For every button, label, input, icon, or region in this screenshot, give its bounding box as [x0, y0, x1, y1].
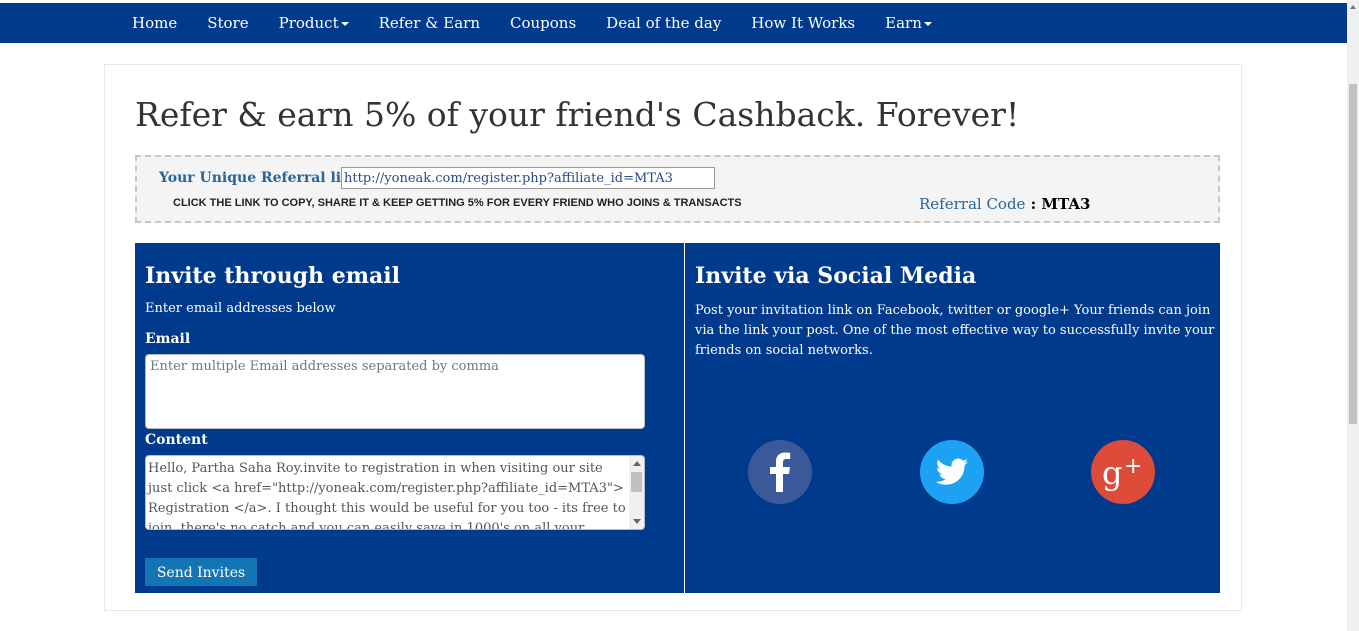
- email-panel-title: Invite through email: [145, 263, 400, 289]
- nav-label: How It Works: [751, 14, 856, 32]
- top-navbar: Home Store Product Refer & Earn Coupons …: [0, 3, 1347, 43]
- content-scrollbar[interactable]: [629, 456, 644, 529]
- social-panel-description: Post your invitation link on Facebook, t…: [695, 303, 1215, 358]
- scroll-down-icon[interactable]: [633, 519, 641, 524]
- svg-text:+: +: [1124, 454, 1142, 479]
- nav-item-refer-earn[interactable]: Refer & Earn: [364, 3, 495, 43]
- content-text: Hello, Partha Saha Roy.invite to registr…: [148, 461, 626, 530]
- social-invite-panel: Invite via Social Media Post your invita…: [685, 243, 1220, 593]
- send-invites-button[interactable]: Send Invites: [145, 558, 257, 586]
- email-label: Email: [145, 331, 191, 347]
- twitter-share-button[interactable]: [920, 440, 984, 504]
- content-textarea[interactable]: Hello, Partha Saha Roy.invite to registr…: [145, 455, 645, 530]
- content-scroll-thumb[interactable]: [631, 472, 642, 492]
- nav-item-how-it-works[interactable]: How It Works: [736, 3, 870, 43]
- main-content: Refer & earn 5% of your friend's Cashbac…: [104, 64, 1242, 611]
- nav-label: Coupons: [510, 14, 577, 32]
- email-panel-subtitle: Enter email addresses below: [145, 301, 336, 316]
- page-title: Refer & earn 5% of your friend's Cashbac…: [135, 95, 1020, 134]
- facebook-icon: [770, 452, 791, 492]
- referral-link-label: Your Unique Referral link: [159, 170, 362, 186]
- scrollbar-thumb[interactable]: [1349, 84, 1357, 424]
- referral-code-separator: :: [1025, 195, 1042, 213]
- nav-item-home[interactable]: Home: [117, 3, 192, 43]
- nav-label: Store: [207, 14, 249, 32]
- nav-label: Home: [132, 14, 178, 32]
- nav-label: Deal of the day: [606, 14, 722, 32]
- nav-item-product[interactable]: Product: [264, 3, 364, 43]
- referral-link-input[interactable]: [341, 167, 715, 189]
- nav-item-deal-of-the-day[interactable]: Deal of the day: [591, 3, 736, 43]
- nav-label: Refer & Earn: [378, 14, 480, 32]
- svg-text:g: g: [1102, 454, 1122, 492]
- twitter-icon: [935, 458, 968, 485]
- nav-item-coupons[interactable]: Coupons: [495, 3, 591, 43]
- caret-down-icon: [340, 22, 349, 26]
- nav-label: Product: [278, 14, 339, 32]
- facebook-share-button[interactable]: [748, 440, 812, 504]
- content-label: Content: [145, 432, 208, 448]
- nav-menu: Home Store Product Refer & Earn Coupons …: [117, 3, 947, 43]
- nav-label: Earn: [885, 14, 922, 32]
- email-field[interactable]: [145, 354, 645, 429]
- nav-item-store[interactable]: Store: [192, 3, 263, 43]
- scroll-up-icon[interactable]: [633, 461, 641, 466]
- referral-box: Your Unique Referral link CLICK THE LINK…: [135, 155, 1220, 223]
- referral-code-value: MTA3: [1041, 195, 1091, 213]
- page-scrollbar[interactable]: [1347, 0, 1359, 631]
- google-plus-icon: g +: [1102, 454, 1142, 492]
- referral-code-label: Referral Code: [919, 195, 1026, 213]
- scroll-up-arrow-icon[interactable]: [1347, 0, 1359, 14]
- email-invite-panel: Invite through email Enter email address…: [135, 243, 684, 593]
- caret-down-icon: [923, 22, 932, 26]
- social-panel-title: Invite via Social Media: [695, 263, 977, 289]
- google-plus-share-button[interactable]: g +: [1091, 440, 1155, 504]
- referral-copy-note: CLICK THE LINK TO COPY, SHARE IT & KEEP …: [173, 197, 742, 209]
- referral-code: Referral Code : MTA3: [919, 195, 1090, 213]
- nav-item-earn[interactable]: Earn: [870, 3, 947, 43]
